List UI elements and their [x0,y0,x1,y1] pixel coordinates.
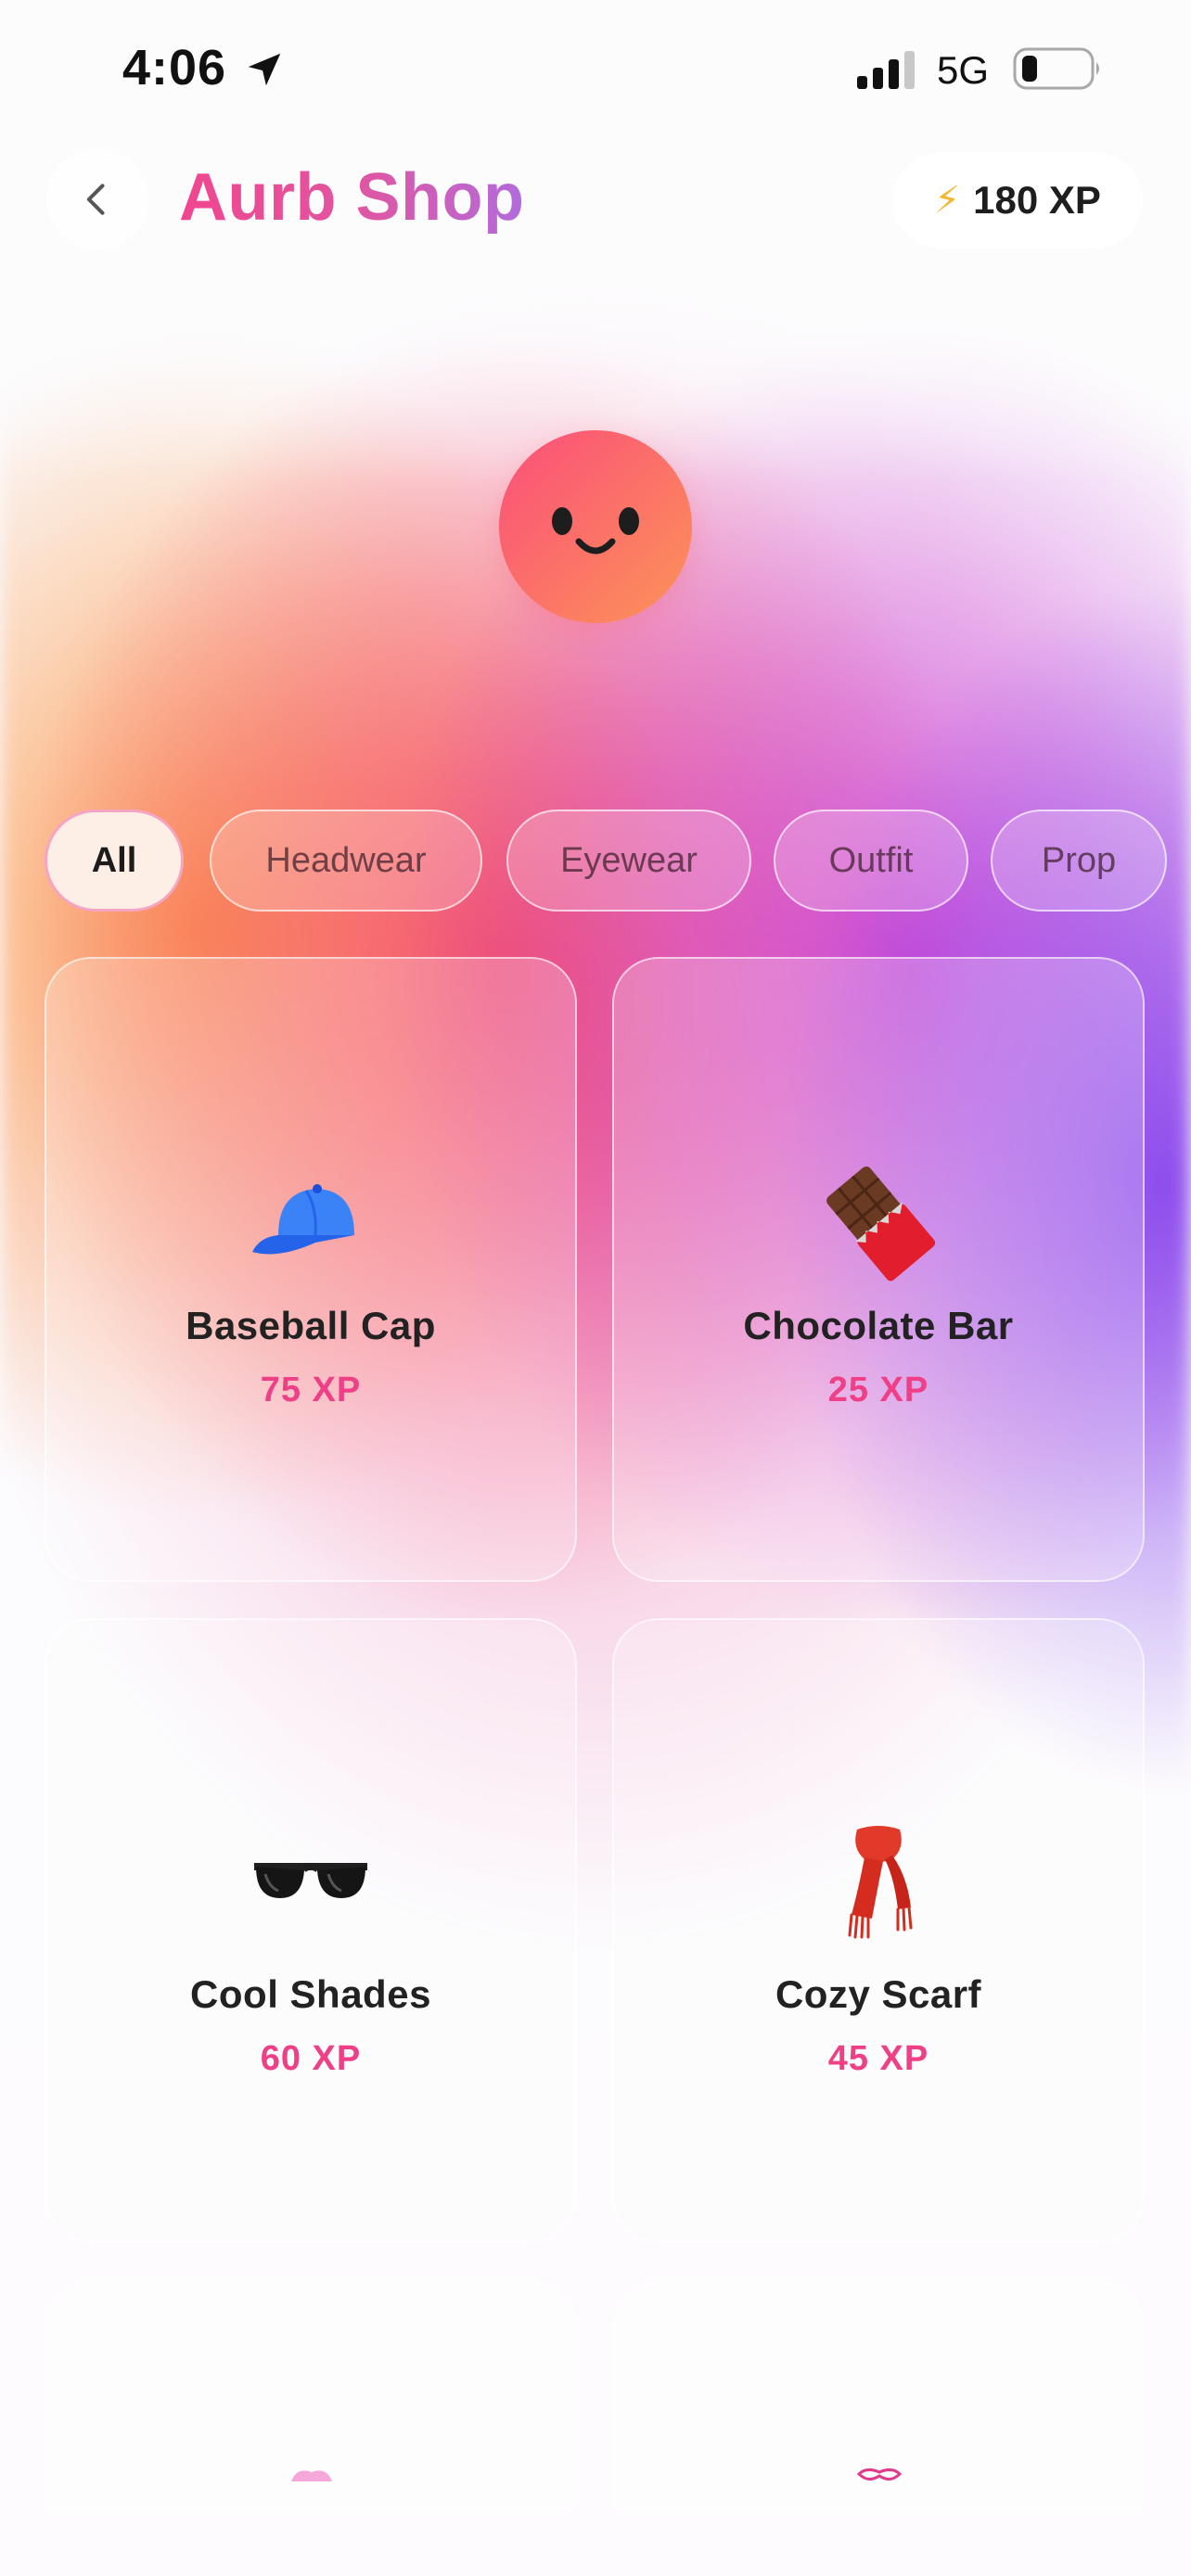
item-price: 25 XP [827,1371,929,1409]
sunglasses-icon [46,1822,575,1943]
status-time: 4:06 [122,40,227,96]
shop-item-card[interactable]: Baseball Cap 75 XP [45,957,577,1582]
scarf-icon [614,1822,1143,1943]
avatar[interactable] [499,430,692,623]
lightning-bolt-icon: ⚡ [934,180,961,221]
cellular-signal-icon [857,51,915,89]
shop-screen: 4:06 5G Aurb Shop ⚡ 180 XP All Headwear … [0,0,1191,2576]
xp-balance-badge: ⚡ 180 XP [892,152,1143,249]
shop-item-card-partial[interactable] [45,2279,577,2511]
chocolate-bar-icon [614,1161,1143,1282]
location-arrow-icon [248,53,281,86]
status-bar: 4:06 5G [0,0,1191,139]
filter-chip-label: Headwear [265,840,427,880]
item-price: 60 XP [260,2039,362,2078]
network-type: 5G [937,48,990,92]
shop-item-card[interactable]: Cool Shades 60 XP [45,1618,577,2243]
category-filter-bar: All Headwear Eyewear Outfit Prop [45,810,1191,912]
shop-item-card[interactable]: Cozy Scarf 45 XP [612,1618,1145,2243]
filter-chip-label: Outfit [828,840,914,880]
baseball-cap-icon [46,1161,575,1282]
filter-chip-eyewear[interactable]: Eyewear [506,810,751,912]
shop-item-card[interactable]: Chocolate Bar 25 XP [612,957,1145,1582]
filter-chip-outfit[interactable]: Outfit [774,810,968,912]
chevron-left-icon [86,184,105,215]
item-price: 45 XP [827,2039,929,2078]
xp-balance: 180 XP [973,178,1101,222]
shop-item-card-partial[interactable] [612,2279,1145,2511]
page-title: Aurb Shop [179,160,525,235]
item-name: Cool Shades [190,1972,431,2016]
item-name: Chocolate Bar [743,1304,1014,1347]
battery-icon [1013,47,1099,90]
item-preview-icon [856,2468,903,2480]
filter-chip-all[interactable]: All [45,810,184,912]
filter-chip-label: All [91,840,137,880]
filter-chip-headwear[interactable]: Headwear [210,810,482,912]
smiley-face-icon [552,507,639,555]
back-button[interactable] [46,148,148,250]
item-preview-icon [291,2470,332,2481]
filter-chip-label: Prop [1041,840,1117,880]
item-name: Cozy Scarf [775,1972,982,2016]
filter-chip-prop[interactable]: Prop [991,810,1167,912]
item-name: Baseball Cap [186,1304,436,1347]
filter-chip-label: Eyewear [560,840,698,880]
item-price: 75 XP [260,1371,362,1409]
